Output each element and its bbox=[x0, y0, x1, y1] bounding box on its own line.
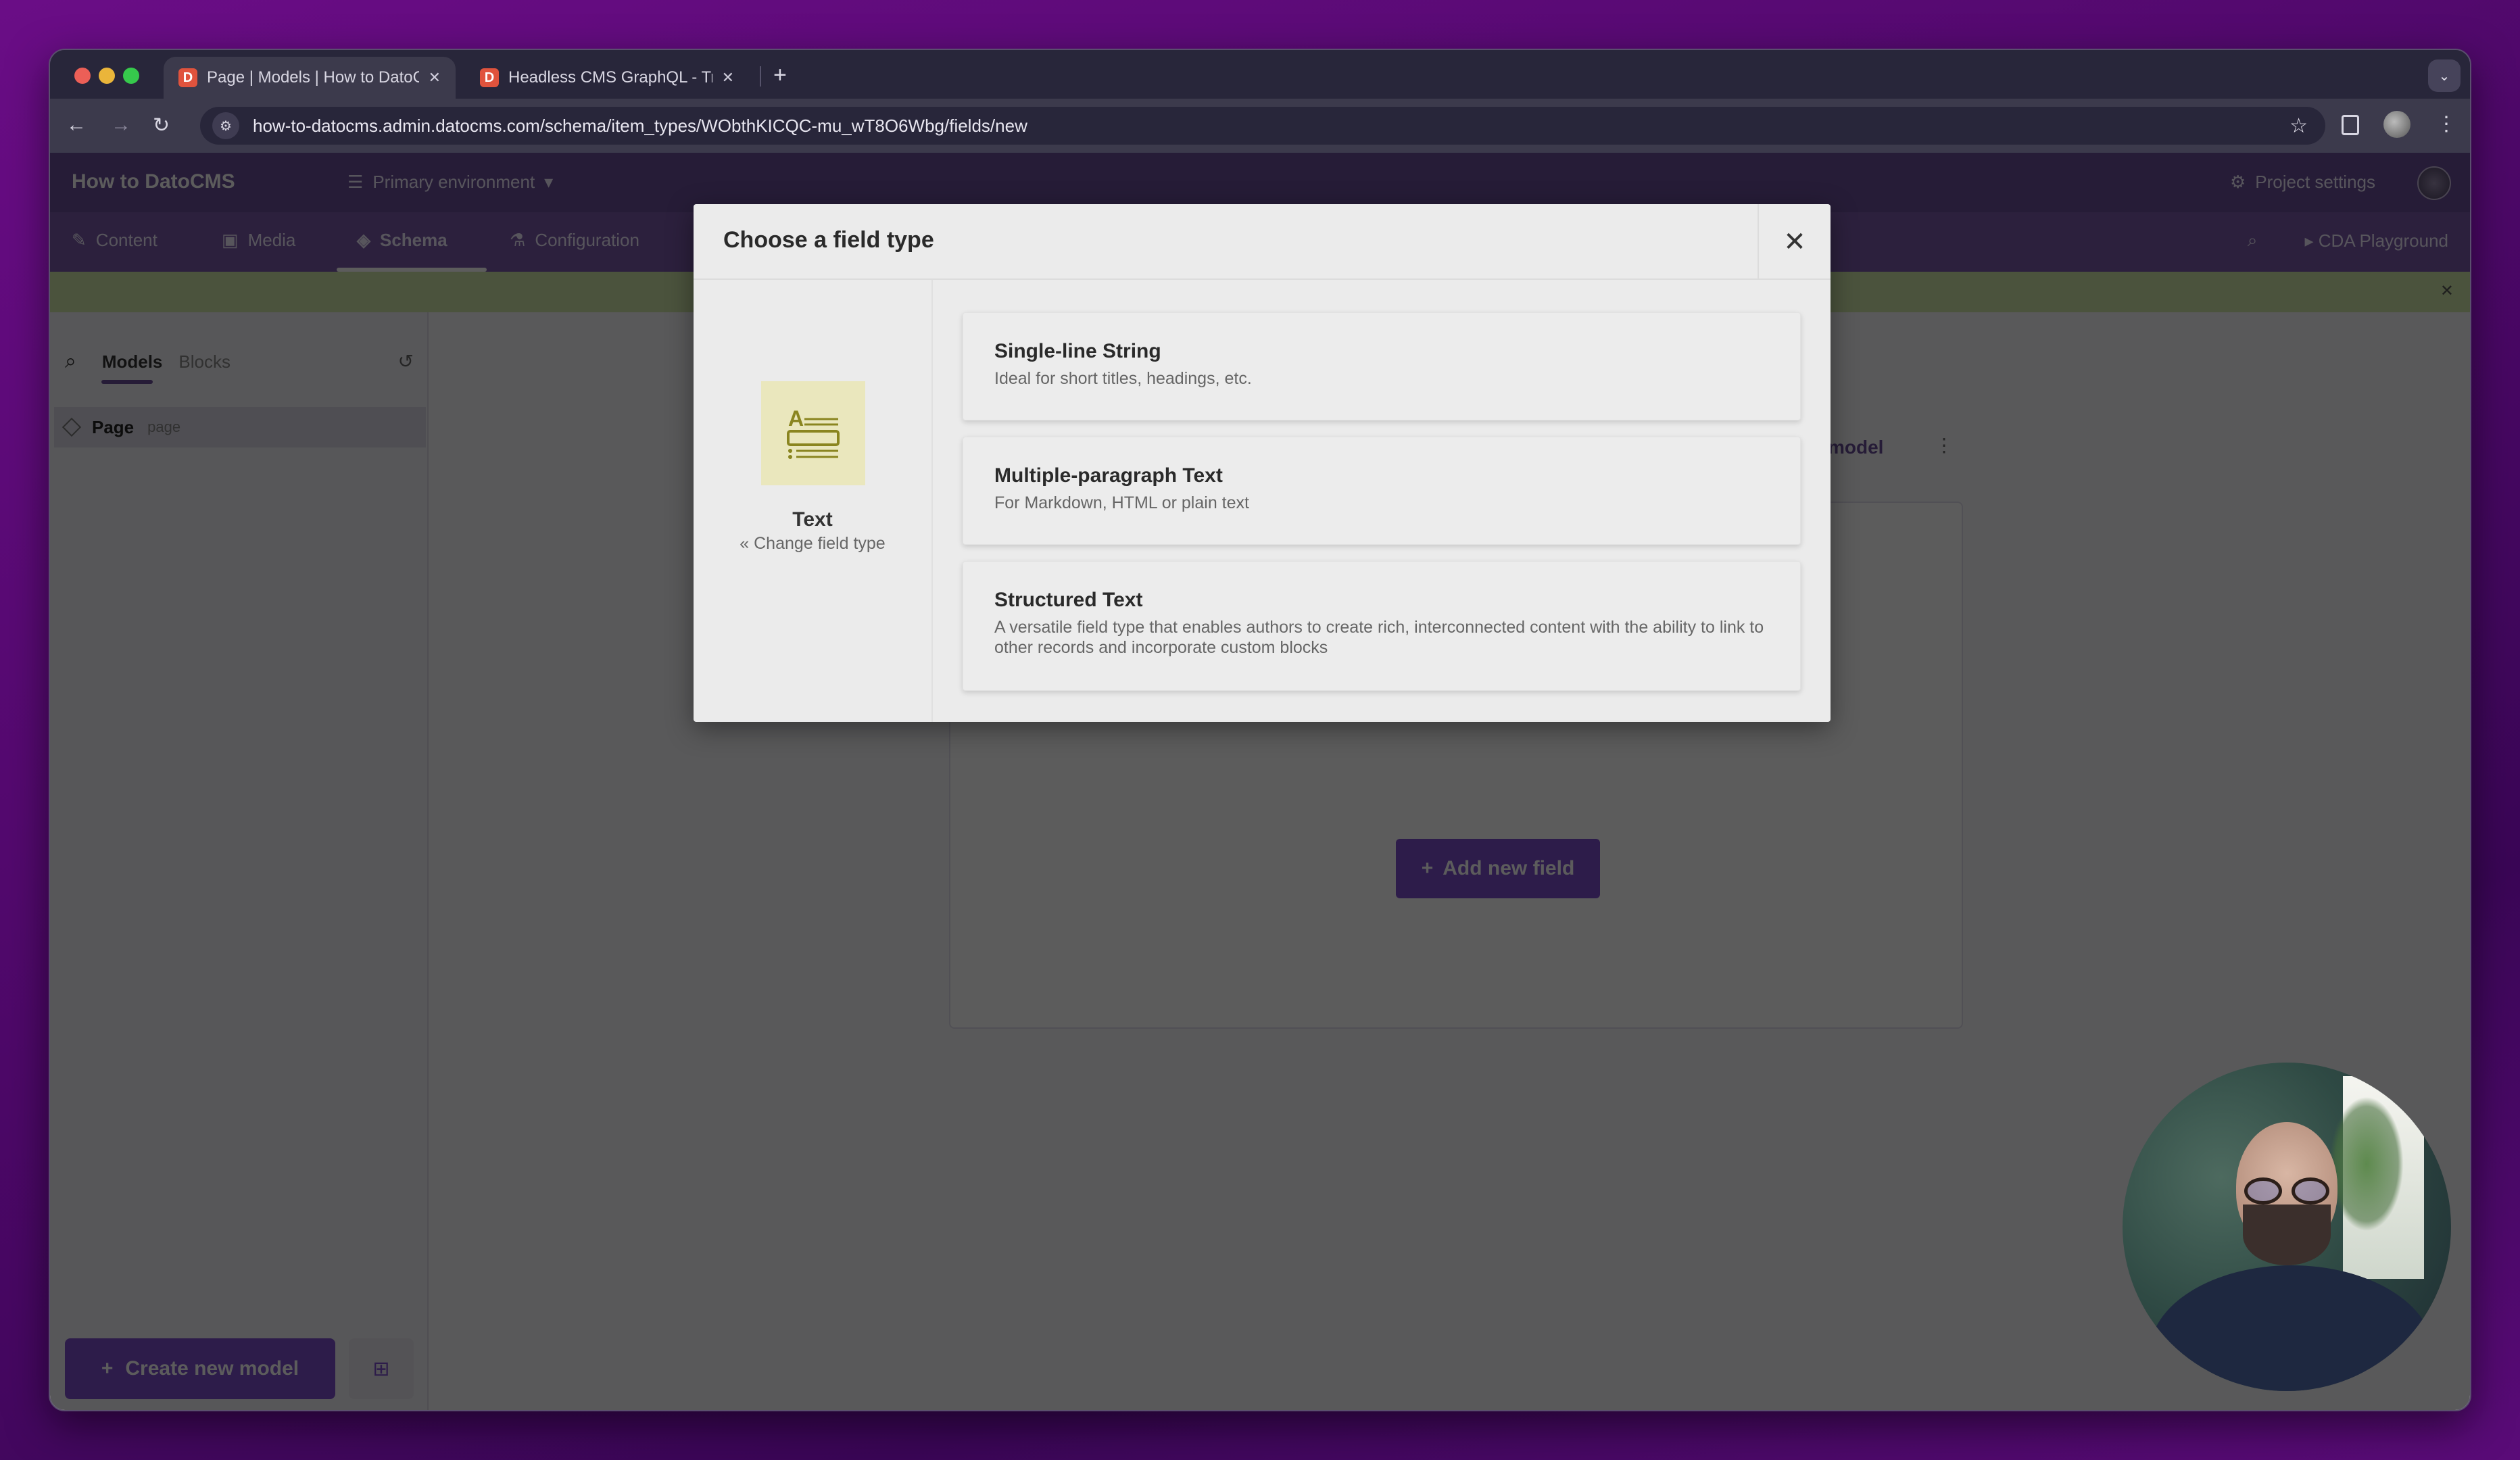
maximize-window-button[interactable] bbox=[123, 68, 139, 84]
choose-field-type-modal: Choose a field type ✕ A Text « Change fi… bbox=[694, 204, 1831, 722]
browser-window: D Page | Models | How to DatoC ✕ D Headl… bbox=[49, 49, 2471, 1411]
change-field-type-link[interactable]: « Change field type bbox=[694, 534, 931, 554]
option-title: Structured Text bbox=[994, 589, 1143, 611]
browser-tab[interactable]: D Headless CMS GraphQL - Try ✕ bbox=[465, 57, 749, 99]
tab-title: Page | Models | How to DatoC bbox=[207, 68, 419, 87]
back-arrow-icon[interactable]: ← bbox=[66, 114, 87, 137]
webcam-person-beard bbox=[2243, 1204, 2331, 1265]
modal-header: Choose a field type ✕ bbox=[694, 204, 1831, 280]
profile-avatar[interactable] bbox=[2383, 111, 2410, 138]
option-multiple-paragraph-text[interactable]: Multiple-paragraph Text For Markdown, HT… bbox=[963, 437, 1801, 545]
close-modal-button[interactable]: ✕ bbox=[1758, 204, 1831, 280]
site-info-icon[interactable]: ⚙ bbox=[212, 112, 239, 139]
close-icon[interactable]: ✕ bbox=[722, 69, 734, 87]
webcam-overlay bbox=[2123, 1063, 2451, 1391]
close-window-button[interactable] bbox=[74, 68, 91, 84]
browser-menu-icon[interactable]: ⋮ bbox=[2436, 112, 2456, 136]
webcam-plant bbox=[2329, 1096, 2404, 1232]
address-bar[interactable]: ⚙ how-to-datocms.admin.datocms.com/schem… bbox=[200, 107, 2325, 145]
option-title: Multiple-paragraph Text bbox=[994, 464, 1223, 487]
option-description: For Markdown, HTML or plain text bbox=[994, 493, 1249, 512]
datocms-icon: D bbox=[480, 68, 499, 87]
reload-icon[interactable]: ↻ bbox=[153, 114, 170, 137]
browser-tab-active[interactable]: D Page | Models | How to DatoC ✕ bbox=[164, 57, 456, 99]
svg-text:A: A bbox=[788, 406, 804, 431]
option-single-line-string[interactable]: Single-line String Ideal for short title… bbox=[963, 312, 1801, 420]
tab-title: Headless CMS GraphQL - Try bbox=[508, 68, 712, 87]
modal-title: Choose a field type bbox=[723, 227, 934, 253]
close-icon: ✕ bbox=[1783, 227, 1806, 257]
option-title: Single-line String bbox=[994, 340, 1161, 362]
forward-arrow-icon[interactable]: → bbox=[111, 114, 131, 137]
option-structured-text[interactable]: Structured Text A versatile field type t… bbox=[963, 561, 1801, 691]
tab-search-button[interactable]: ⌄ bbox=[2428, 59, 2461, 92]
close-icon[interactable]: ✕ bbox=[429, 69, 441, 87]
selected-type-name: Text bbox=[792, 508, 833, 531]
minimize-window-button[interactable] bbox=[99, 68, 115, 84]
webcam-person-glasses bbox=[2242, 1177, 2332, 1204]
selected-type-panel: A Text « Change field type bbox=[694, 280, 933, 722]
text-field-icon: A bbox=[787, 406, 840, 459]
chevron-down-icon: ⌄ bbox=[2438, 68, 2450, 84]
webcam-person-body bbox=[2150, 1265, 2433, 1391]
datocms-icon: D bbox=[178, 68, 197, 87]
url-text[interactable]: how-to-datocms.admin.datocms.com/schema/… bbox=[253, 116, 2276, 137]
option-description: Ideal for short titles, headings, etc. bbox=[994, 369, 1252, 388]
bookmark-star-icon[interactable]: ☆ bbox=[2289, 114, 2308, 138]
browser-toolbar: ← → ↻ ⚙ how-to-datocms.admin.datocms.com… bbox=[50, 99, 2470, 153]
tab-strip: D Page | Models | How to DatoC ✕ D Headl… bbox=[50, 50, 2470, 99]
option-description: A versatile field type that enables auth… bbox=[994, 618, 1764, 657]
text-type-icon: A bbox=[761, 381, 865, 485]
new-tab-button[interactable]: + bbox=[773, 62, 787, 89]
side-panel-icon[interactable] bbox=[2342, 115, 2359, 135]
tab-divider bbox=[760, 66, 761, 87]
